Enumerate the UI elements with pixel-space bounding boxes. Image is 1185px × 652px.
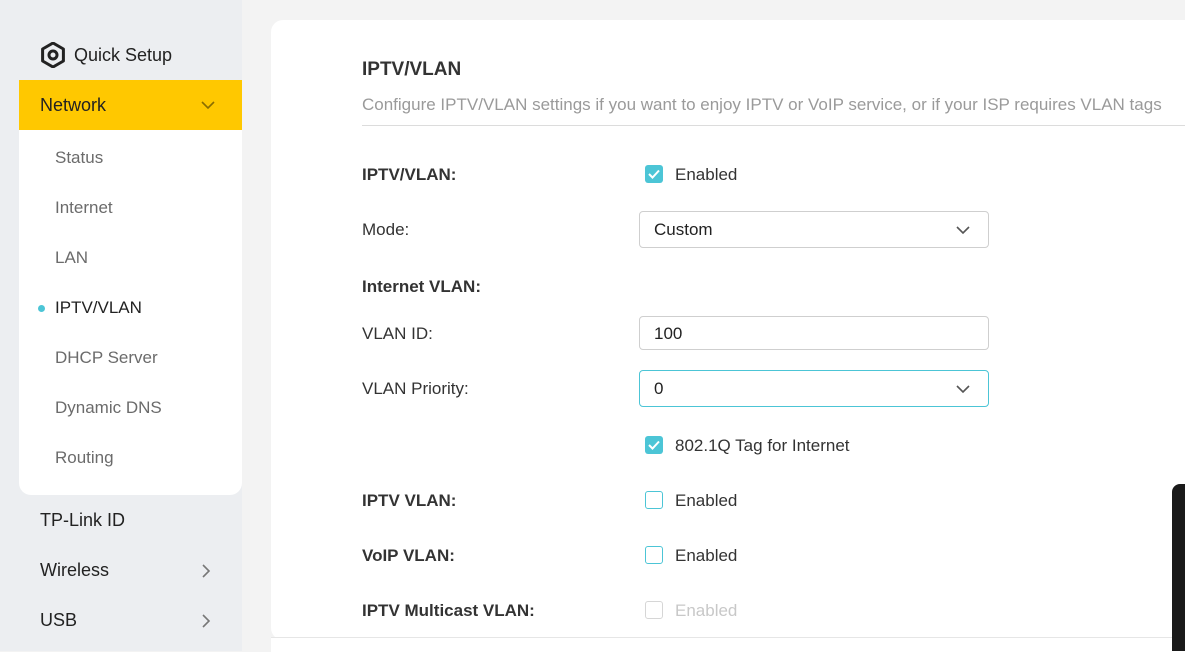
check-icon	[648, 440, 660, 450]
voip-vlan-enabled-label: Enabled	[675, 546, 738, 565]
mode-value: Custom	[654, 220, 713, 239]
iptv-multicast-vlan-label: IPTV Multicast VLAN:	[362, 601, 535, 620]
vlan-priority-select[interactable]: 0	[639, 370, 989, 407]
internet-vlan-heading: Internet VLAN:	[362, 277, 481, 296]
iptv-multicast-vlan-enabled-label: Enabled	[675, 601, 738, 620]
chevron-right-icon	[202, 614, 211, 628]
sidebar-item-internet[interactable]: Internet	[55, 198, 113, 218]
iptv-vlan-enabled-label: Enabled	[675, 165, 738, 184]
sidebar-item-iptv-vlan[interactable]: IPTV/VLAN	[55, 298, 142, 318]
chevron-down-icon	[956, 385, 970, 394]
page-title: IPTV/VLAN	[362, 59, 462, 80]
iptv-vlan2-label: IPTV VLAN:	[362, 491, 457, 510]
page-description: Configure IPTV/VLAN settings if you want…	[362, 95, 1162, 114]
vlan-priority-label: VLAN Priority:	[362, 379, 469, 398]
quick-setup-icon	[41, 42, 65, 68]
iptv-vlan-label: IPTV/VLAN:	[362, 165, 457, 184]
mode-label: Mode:	[362, 220, 410, 239]
sidebar-item-tp-link-id[interactable]: TP-Link ID	[40, 510, 125, 531]
check-icon	[648, 169, 660, 179]
sidebar-item-dynamic-dns[interactable]: Dynamic DNS	[55, 398, 162, 418]
sidebar-item-status[interactable]: Status	[55, 148, 103, 168]
iptv-vlan-checkbox[interactable]	[645, 165, 663, 183]
chevron-down-icon	[956, 226, 970, 235]
sidebar-item-usb[interactable]: USB	[40, 610, 77, 631]
vlan-id-label: VLAN ID:	[362, 324, 433, 343]
network-label: Network	[40, 94, 107, 115]
sidebar-item-lan[interactable]: LAN	[55, 248, 88, 268]
sidebar-item-routing[interactable]: Routing	[55, 448, 114, 468]
sidebar-item-dhcp-server[interactable]: DHCP Server	[55, 348, 158, 368]
quick-setup-label: Quick Setup	[74, 44, 173, 65]
8021q-tag-label: 802.1Q Tag for Internet	[675, 436, 850, 455]
vlan-priority-value: 0	[654, 379, 664, 398]
floating-widget-edge[interactable]	[1172, 484, 1185, 651]
iptv-vlan2-enabled-label: Enabled	[675, 491, 738, 510]
active-indicator-dot	[38, 305, 45, 312]
vlan-id-input[interactable]: 100	[639, 316, 989, 350]
voip-vlan-checkbox[interactable]	[645, 546, 663, 564]
mode-select[interactable]: Custom	[639, 211, 989, 248]
vlan-id-value: 100	[654, 324, 683, 343]
voip-vlan-label: VoIP VLAN:	[362, 546, 455, 565]
iptv-vlan2-checkbox[interactable]	[645, 491, 663, 509]
8021q-tag-checkbox[interactable]	[645, 436, 663, 454]
network-submenu: Status Internet LAN IPTV/VLAN DHCP Serve…	[19, 130, 242, 495]
quick-setup-item[interactable]: Quick Setup	[40, 38, 172, 72]
chevron-right-icon	[202, 564, 211, 578]
iptv-multicast-vlan-checkbox	[645, 601, 663, 619]
sidebar-item-wireless[interactable]: Wireless	[40, 560, 109, 581]
chevron-down-icon	[201, 101, 215, 110]
panel-footer	[271, 637, 1185, 652]
sidebar-item-network[interactable]: Network	[19, 80, 242, 130]
divider	[362, 125, 1185, 126]
